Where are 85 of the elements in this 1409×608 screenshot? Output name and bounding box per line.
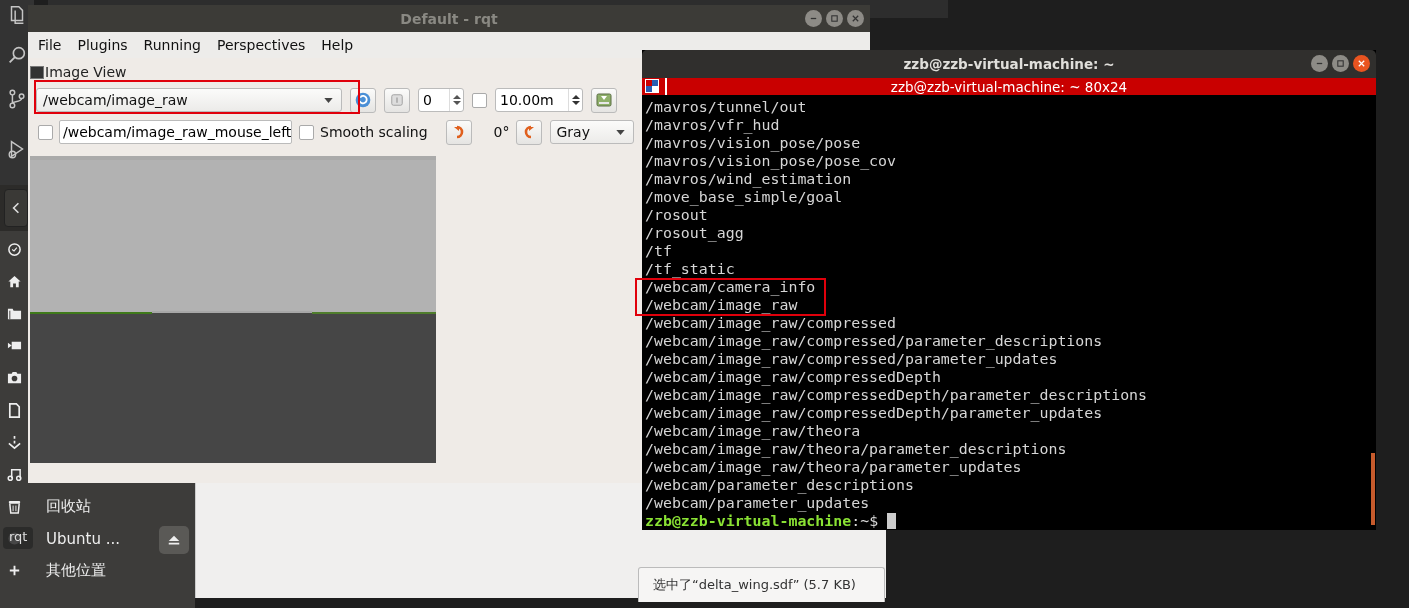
terminal-line: /webcam/image_raw/compressedDepth/parameter_updates [645,404,1104,422]
caret-icon [324,97,333,103]
status-message: 选中了“delta_wing.sdf” (5.7 KB) [638,567,885,602]
sidebar-item[interactable]: 回收站 [46,497,91,517]
grid-icon[interactable] [645,79,659,93]
window-title: zzb@zzb-virtual-machine: ~ [903,56,1115,72]
terminal-line: /mavros/vision_pose/pose [645,134,862,152]
dock-icon[interactable] [30,65,44,79]
terminal-line: /rosout_agg [645,224,745,242]
prompt-user: zzb@zzb-virtual-machine [645,512,852,530]
menu-item[interactable]: Plugins [69,37,136,53]
camera-icon[interactable] [7,370,22,386]
music-icon[interactable] [7,466,22,482]
color-dropdown[interactable]: Gray [549,120,634,144]
number-spinbox[interactable]: 0 [418,88,464,112]
maximize-button[interactable] [1332,55,1349,72]
terminal-line: /webcam/image_raw/theora/parameter_updates [645,458,1023,476]
terminal-line: /webcam/image_raw [645,296,799,314]
minimize-button[interactable] [805,10,822,27]
rotate-right-button[interactable] [515,119,542,145]
rotation-label: 0° [493,124,510,140]
trash-icon [7,499,22,515]
download-icon[interactable] [7,434,22,450]
refresh-icon [354,91,372,109]
checkbox-label: Smooth scaling [320,124,428,140]
maximize-button[interactable] [826,10,843,27]
document-icon[interactable] [7,402,22,418]
terminal-line: /mavros/tunnel/out [645,98,808,116]
terminal-line: /move_base_simple/goal [645,188,844,206]
close-icon [1357,59,1366,68]
terminal-line: /webcam/image_raw/compressedDepth [645,368,942,386]
chevron-left-icon [12,201,20,215]
terminal-line: /webcam/image_raw/theora [645,422,862,440]
clock-icon[interactable] [7,241,22,257]
menu-item[interactable]: Help [313,37,362,53]
text-cursor [887,513,897,529]
terminal-line: /webcam/image_raw/compressed/parameter_descriptions [645,332,1104,350]
plugin-title: Image View [45,64,127,80]
search-icon[interactable] [6,44,28,66]
spin-arrows-icon [572,93,580,107]
terminal-line: /webcam/parameter_descriptions [645,476,915,494]
terminal-line: /webcam/camera_info [645,278,817,296]
back-button[interactable] [4,189,28,227]
sidebar-item[interactable]: 其他位置 [46,561,106,581]
window-title: Default - rqt [400,10,498,27]
checkbox[interactable] [299,124,314,140]
terminal-line: /mavros/vision_pose/pose_cov [645,152,898,170]
prompt-symbol: :~$ [851,512,879,530]
home-icon[interactable] [7,273,22,289]
spin-arrows-icon [453,93,461,107]
maximize-icon [830,14,839,23]
terminal-line: /mavros/wind_estimation [645,170,853,188]
terminal-line: /rosout [645,206,709,224]
terminal-line: /webcam/image_raw/compressed [645,314,898,332]
menu-item[interactable]: File [30,37,70,53]
scrollbar[interactable] [1371,453,1375,525]
rotate-left-button[interactable] [445,119,472,145]
timeout-spinbox[interactable]: 10.00m [495,88,583,112]
terminal-line: /mavros/vfr_hud [645,116,781,134]
save-icon [595,92,613,108]
topic-dropdown[interactable]: /webcam/image_raw [36,88,342,112]
mouse-topic-field[interactable]: /webcam/image_raw_mouse_left [59,120,292,144]
minimize-button[interactable] [1311,55,1328,72]
sidebar-item[interactable]: Ubuntu ... [46,529,120,548]
branch-icon[interactable] [6,88,28,110]
terminal-line: /tf [645,242,673,260]
refresh-button[interactable] [350,87,376,113]
terminal-line: /webcam/parameter_updates [645,494,871,512]
terminal-line: /webcam/image_raw/compressedDepth/parameter_descriptions [645,386,1149,404]
terminal-line: /webcam/image_raw/theora/parameter_descriptions [645,440,1068,458]
caret-icon [615,129,625,135]
close-button[interactable] [1353,55,1370,72]
terminal-line: /webcam/image_raw/compressed/parameter_updates [645,350,1059,368]
terminal-line: /tf_static [645,260,736,278]
maximize-icon [1336,59,1345,68]
tooltip: rqt [3,527,34,549]
menu-item[interactable]: Running [135,37,209,53]
checkbox[interactable] [38,124,53,140]
menu-item[interactable]: Perspectives [208,37,314,53]
terminal-tab[interactable]: zzb@zzb-virtual-machine: ~ 80x24 [642,78,1376,95]
square-icon [390,93,404,107]
save-button[interactable] [591,87,617,113]
close-icon [851,14,860,23]
checkbox[interactable] [472,92,487,108]
eject-button[interactable] [159,525,189,554]
